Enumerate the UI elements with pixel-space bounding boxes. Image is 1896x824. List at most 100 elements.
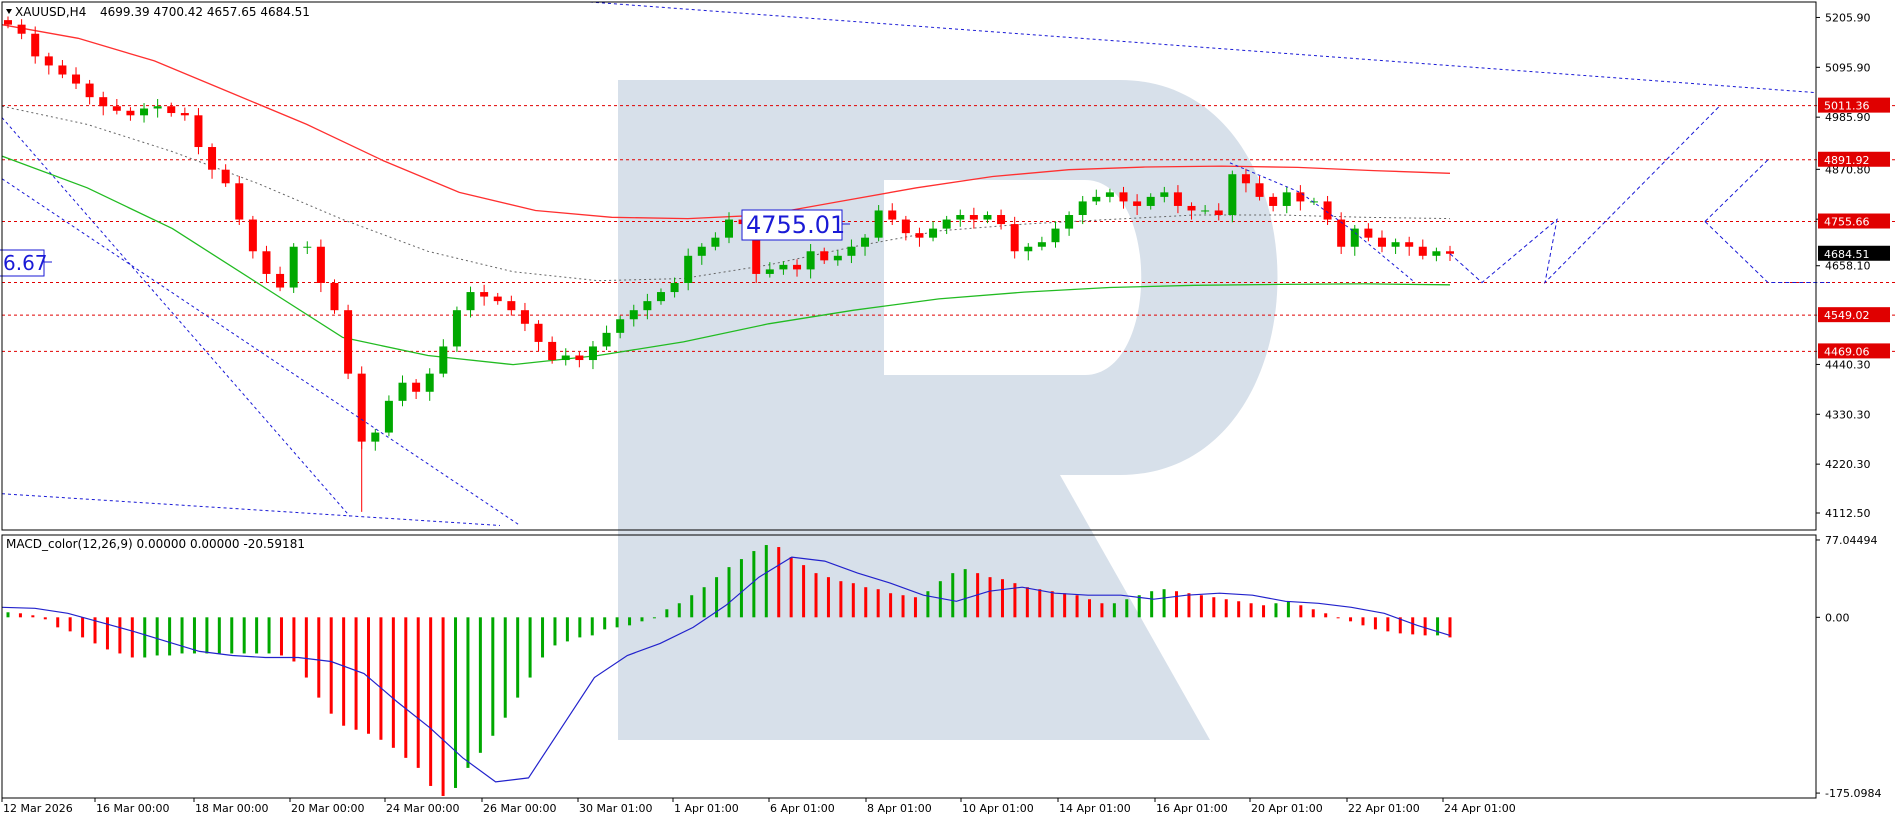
macd-histogram-bar (1000, 579, 1004, 618)
level-price-label: 4755.66 (1824, 216, 1870, 229)
macd-histogram-bar (242, 617, 246, 654)
macd-histogram-bar (1386, 617, 1390, 632)
candle-body (588, 346, 597, 361)
candle-body (793, 264, 802, 270)
candle-body (915, 233, 924, 238)
macd-histogram-bar (628, 617, 632, 626)
candle-body (806, 251, 815, 270)
candle-body (248, 219, 257, 252)
candle-body (520, 310, 529, 324)
candle-body (1228, 174, 1237, 216)
candle-body (167, 106, 176, 114)
macd-histogram-bar (665, 609, 669, 618)
candle-body (439, 346, 448, 374)
chart-window: 4755.01 6.67 5205.90 5095.90 4985.90 4870.80… (0, 0, 1896, 820)
y-tick-label: 4220.30 (1825, 458, 1871, 471)
candle-body (72, 74, 81, 84)
candle-body (235, 183, 244, 220)
macd-histogram-bar (702, 587, 706, 618)
y-tick-label: 4658.10 (1825, 260, 1871, 273)
macd-histogram-bar (851, 583, 855, 618)
macd-histogram-bar (105, 617, 109, 650)
candle-body (4, 20, 12, 25)
candle-body (493, 296, 502, 302)
candle-body (289, 246, 298, 288)
macd-histogram-bar (1025, 587, 1029, 618)
candle-body (1446, 251, 1454, 254)
macd-histogram-bar (565, 617, 569, 642)
y-tick-label: 4985.90 (1825, 111, 1871, 124)
macd-histogram-bar (590, 617, 594, 636)
candle-body (1432, 251, 1441, 256)
macd-histogram-bar (279, 617, 283, 656)
candle-body (1010, 224, 1019, 252)
macd-histogram-bar (1423, 617, 1427, 636)
candle-body (1241, 174, 1250, 184)
macd-histogram-bar (1199, 595, 1203, 618)
macd-histogram-bar (143, 617, 147, 658)
macd-histogram-bar (317, 617, 321, 698)
candle-body (888, 210, 897, 220)
macd-histogram-bar (640, 617, 644, 622)
candle-body (643, 301, 652, 311)
x-tick-label: 20 Mar 00:00 (291, 802, 364, 815)
candle-body (1282, 192, 1291, 206)
candle-body (316, 246, 325, 283)
candle-body (44, 56, 53, 66)
candle-body (208, 147, 217, 170)
macd-histogram-bar (230, 617, 234, 654)
candle-body (670, 282, 679, 293)
macd-histogram-bar (1075, 595, 1079, 618)
macd-histogram-bar (329, 617, 333, 714)
macd-histogram-bar (404, 617, 408, 758)
x-tick-label: 30 Mar 01:00 (579, 802, 652, 815)
macd-histogram-bar (354, 617, 358, 730)
macd-tick-label: -175.0984 (1825, 787, 1881, 800)
macd-histogram-bar (826, 577, 830, 618)
candle-body (1133, 201, 1142, 206)
macd-histogram-bar (553, 617, 557, 646)
candle-body (85, 83, 94, 98)
x-tick-label: 18 Mar 00:00 (195, 802, 268, 815)
candle-body (507, 301, 516, 311)
macd-histogram-bar (951, 573, 955, 618)
candle-body (221, 169, 230, 184)
macd-histogram-bar (454, 617, 458, 788)
candle-body (1065, 215, 1074, 229)
macd-histogram-bar (1112, 603, 1116, 618)
macd-histogram-bar (1063, 593, 1067, 618)
ohlc-readout: 4699.39 4700.42 4657.65 4684.51 (100, 5, 310, 19)
macd-histogram-bar (1088, 599, 1091, 618)
candle-body (1105, 192, 1114, 197)
candle-body (1364, 228, 1373, 238)
x-tick-label: 26 Mar 00:00 (483, 802, 556, 815)
macd-histogram-bar (1349, 617, 1353, 622)
candle-body (1051, 228, 1060, 243)
macd-histogram-bar (926, 591, 930, 618)
candle-body (711, 237, 720, 247)
candle-body (180, 113, 189, 116)
candle-body (1255, 183, 1264, 197)
macd-histogram-bar (379, 617, 383, 740)
macd-histogram-bar (466, 617, 470, 768)
candle-body (534, 323, 543, 342)
y-tick-label: 5095.90 (1825, 61, 1871, 74)
candle-body (1377, 237, 1386, 247)
macd-histogram-bar (541, 617, 545, 658)
candle-body (330, 282, 339, 311)
macd-histogram-bar (1373, 617, 1377, 630)
macd-histogram-bar (503, 617, 507, 718)
macd-histogram-bar (31, 615, 35, 618)
macd-histogram-bar (516, 617, 520, 698)
candle-body (1214, 210, 1223, 216)
macd-histogram-bar (416, 617, 420, 768)
macd-histogram-bar (1150, 591, 1154, 618)
candle-body (1187, 205, 1196, 211)
x-tick-label: 8 Apr 01:00 (867, 802, 932, 815)
chart-canvas[interactable]: 4755.016.67 5205.905095.904985.904870.80… (0, 0, 1896, 820)
x-tick-label: 1 Apr 01:00 (674, 802, 739, 815)
candle-body (452, 310, 461, 347)
candle-body (1296, 192, 1305, 202)
candle-body (31, 33, 40, 57)
macd-histogram-bar (1050, 591, 1054, 618)
